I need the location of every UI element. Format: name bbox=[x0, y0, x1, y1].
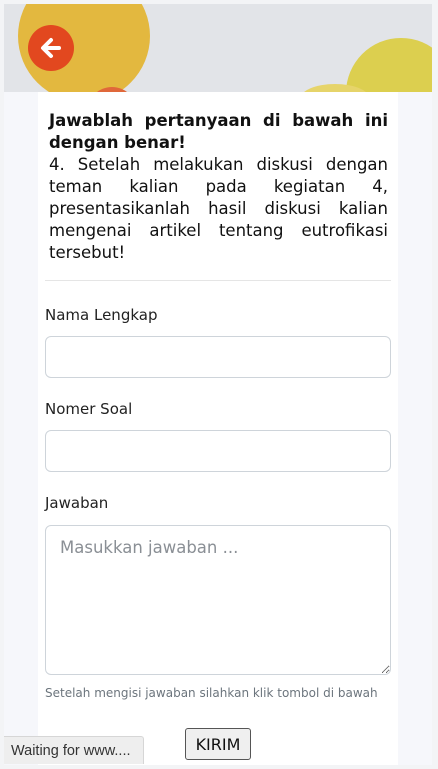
number-label: Nomer Soal bbox=[45, 400, 133, 418]
submit-hint: Setelah mengisi jawaban silahkan klik to… bbox=[45, 686, 378, 700]
question-instruction: Jawablah pertanyaan di bawah ini dengan … bbox=[49, 111, 388, 152]
question-card: Jawablah pertanyaan di bawah ini dengan … bbox=[38, 92, 398, 765]
decor-circle bbox=[346, 38, 432, 92]
name-label: Nama Lengkap bbox=[45, 306, 158, 324]
browser-status-bar: Waiting for www.... bbox=[4, 736, 144, 764]
arrow-left-icon bbox=[41, 38, 61, 58]
question-prompt: Jawablah pertanyaan di bawah ini dengan … bbox=[49, 110, 388, 264]
name-input[interactable] bbox=[45, 336, 391, 378]
answer-textarea[interactable] bbox=[45, 525, 391, 675]
submit-button[interactable]: KIRIM bbox=[185, 728, 251, 760]
question-text: 4. Setelah melakukan diskusi dengan tema… bbox=[49, 155, 388, 262]
app-frame: Jawablah pertanyaan di bawah ini dengan … bbox=[4, 4, 432, 765]
back-button[interactable] bbox=[28, 25, 74, 71]
divider bbox=[45, 280, 391, 281]
question-number-input[interactable] bbox=[45, 430, 391, 472]
answer-label: Jawaban bbox=[45, 494, 109, 512]
header-banner bbox=[4, 4, 432, 92]
